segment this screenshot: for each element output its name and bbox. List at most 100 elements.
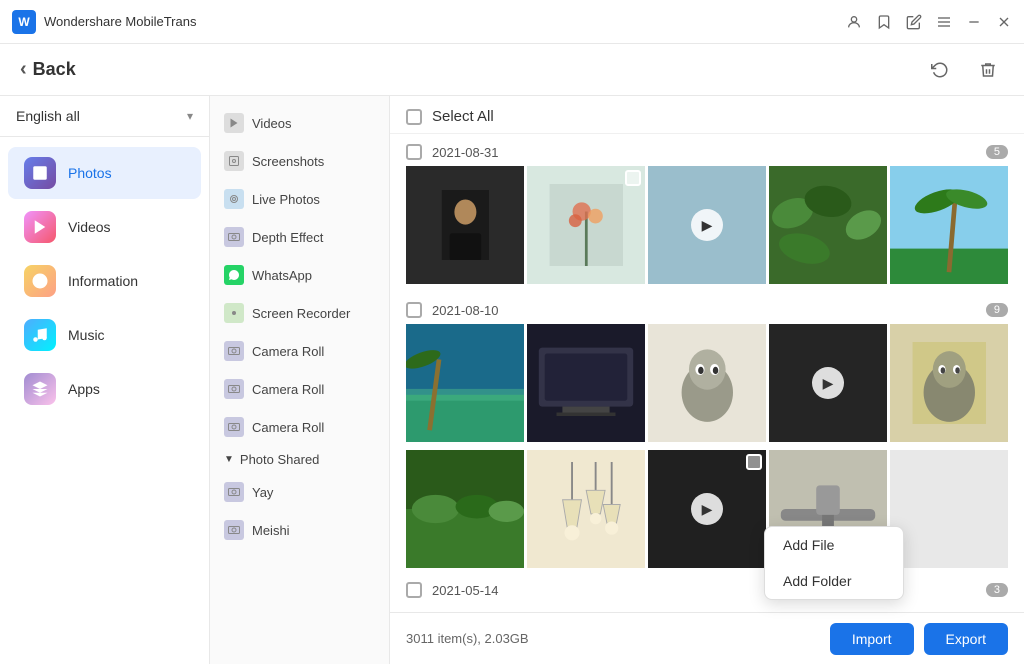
middle-item-depth-effect[interactable]: Depth Effect <box>210 218 389 256</box>
sidebar-item-photos[interactable]: Photos <box>8 147 201 199</box>
middle-item-camera-roll-2[interactable]: Camera Roll <box>210 370 389 408</box>
camera-roll-3-icon <box>224 417 244 437</box>
play-button[interactable]: ▶ <box>812 367 844 399</box>
middle-item-screenshots-label: Screenshots <box>252 154 324 169</box>
collapse-icon: ▼ <box>224 454 234 465</box>
back-button[interactable]: ‹ Back <box>20 58 76 81</box>
photo-grid-2b: ▶ <box>406 450 1008 572</box>
photo-select-checkbox[interactable] <box>746 454 762 470</box>
photo-grid-2a: ▶ <box>406 324 1008 450</box>
sidebar-items: Photos Videos Information <box>0 137 209 425</box>
right-panel: Select All 2021-08-31 5 <box>390 96 1024 664</box>
photo-cell[interactable] <box>890 166 1008 284</box>
date-row-3: 2021-05-14 3 <box>406 572 1008 604</box>
sidebar-item-apps-label: Apps <box>68 381 100 397</box>
middle-item-photo-shared[interactable]: ▼ Photo Shared <box>210 446 389 473</box>
middle-item-camera-roll-2-label: Camera Roll <box>252 382 324 397</box>
photo-cell[interactable] <box>527 450 645 568</box>
info-icon <box>24 265 56 297</box>
photo-cell[interactable] <box>527 324 645 442</box>
middle-item-depth-effect-label: Depth Effect <box>252 230 323 245</box>
add-folder-option[interactable]: Add Folder <box>765 563 903 599</box>
app-logo: W <box>12 10 36 34</box>
photo-cell[interactable] <box>406 324 524 442</box>
middle-item-meishi-label: Meishi <box>252 523 290 538</box>
whatsapp-icon <box>224 265 244 285</box>
language-selector[interactable]: English all ▾ <box>0 96 209 137</box>
date-count-2: 9 <box>986 303 1008 317</box>
middle-item-live-photos[interactable]: Live Photos <box>210 180 389 218</box>
middle-item-screenshots[interactable]: Screenshots <box>210 142 389 180</box>
camera-roll-2-icon <box>224 379 244 399</box>
middle-item-whatsapp-label: WhatsApp <box>252 268 312 283</box>
music-icon <box>24 319 56 351</box>
photo-select-checkbox[interactable] <box>625 170 641 186</box>
play-button[interactable]: ▶ <box>691 493 723 525</box>
photo-cell[interactable] <box>406 166 524 284</box>
title-bar: W Wondershare MobileTrans <box>0 0 1024 44</box>
yay-icon <box>224 482 244 502</box>
close-button[interactable] <box>996 14 1012 30</box>
app-container: ‹ Back English all ▾ P <box>0 44 1024 664</box>
content-area: English all ▾ Photos Videos <box>0 96 1024 664</box>
middle-item-camera-roll-1-label: Camera Roll <box>252 344 324 359</box>
photo-grid-1: ▶ <box>406 166 1008 292</box>
photo-cell[interactable] <box>527 166 645 284</box>
camera-roll-1-icon <box>224 341 244 361</box>
delete-button[interactable] <box>972 54 1004 86</box>
date-section-1: 2021-08-31 5 <box>390 134 1024 292</box>
date-checkbox-2[interactable] <box>406 302 422 318</box>
apps-icon <box>24 373 56 405</box>
action-buttons: Import Export <box>830 623 1008 655</box>
app-title: Wondershare MobileTrans <box>44 14 846 29</box>
meishi-icon <box>224 520 244 540</box>
export-button[interactable]: Export <box>924 623 1008 655</box>
videos-icon <box>24 211 56 243</box>
status-bar: 3011 item(s), 2.03GB Import Export <box>390 612 1024 664</box>
header-actions <box>924 54 1004 86</box>
app-header: ‹ Back <box>0 44 1024 96</box>
minimize-button[interactable] <box>966 14 982 30</box>
middle-item-videos-label: Videos <box>252 116 292 131</box>
middle-panel: Videos Screenshots Live Photos Depth Eff… <box>210 96 390 664</box>
sidebar-item-music[interactable]: Music <box>8 309 201 361</box>
photo-cell[interactable] <box>648 324 766 442</box>
videos-folder-icon <box>224 113 244 133</box>
import-button[interactable]: Import <box>830 623 914 655</box>
refresh-button[interactable] <box>924 54 956 86</box>
menu-icon[interactable] <box>936 14 952 30</box>
language-label: English all <box>16 108 80 124</box>
middle-item-whatsapp[interactable]: WhatsApp <box>210 256 389 294</box>
middle-item-camera-roll-3[interactable]: Camera Roll <box>210 408 389 446</box>
profile-icon[interactable] <box>846 14 862 30</box>
photo-cell[interactable] <box>769 166 887 284</box>
play-button[interactable]: ▶ <box>691 209 723 241</box>
middle-item-yay[interactable]: Yay <box>210 473 389 511</box>
sidebar-item-apps[interactable]: Apps <box>8 363 201 415</box>
sidebar-item-photos-label: Photos <box>68 165 112 181</box>
screenshots-icon <box>224 151 244 171</box>
date-label-2: 2021-08-10 <box>432 303 499 318</box>
date-section-2: 2021-08-10 9 <box>390 292 1024 572</box>
sidebar-item-information-label: Information <box>68 273 138 289</box>
add-file-option[interactable]: Add File <box>765 527 903 563</box>
middle-item-meishi[interactable]: Meishi <box>210 511 389 549</box>
select-all-checkbox[interactable] <box>406 109 422 125</box>
date-checkbox-1[interactable] <box>406 144 422 160</box>
window-controls <box>846 14 1012 30</box>
edit-icon[interactable] <box>906 14 922 30</box>
sidebar-item-information[interactable]: Information <box>8 255 201 307</box>
middle-item-camera-roll-1[interactable]: Camera Roll <box>210 332 389 370</box>
photo-cell[interactable]: ▶ <box>648 166 766 284</box>
photo-cell[interactable] <box>890 324 1008 442</box>
sidebar-item-videos[interactable]: Videos <box>8 201 201 253</box>
date-count-1: 5 <box>986 145 1008 159</box>
photo-cell[interactable]: ▶ <box>648 450 766 568</box>
middle-item-videos[interactable]: Videos <box>210 104 389 142</box>
date-label-1: 2021-08-31 <box>432 145 499 160</box>
bookmark-icon[interactable] <box>876 14 892 30</box>
photo-cell[interactable] <box>406 450 524 568</box>
photo-cell[interactable]: ▶ <box>769 324 887 442</box>
middle-item-screen-recorder[interactable]: Screen Recorder <box>210 294 389 332</box>
date-checkbox-3[interactable] <box>406 582 422 598</box>
